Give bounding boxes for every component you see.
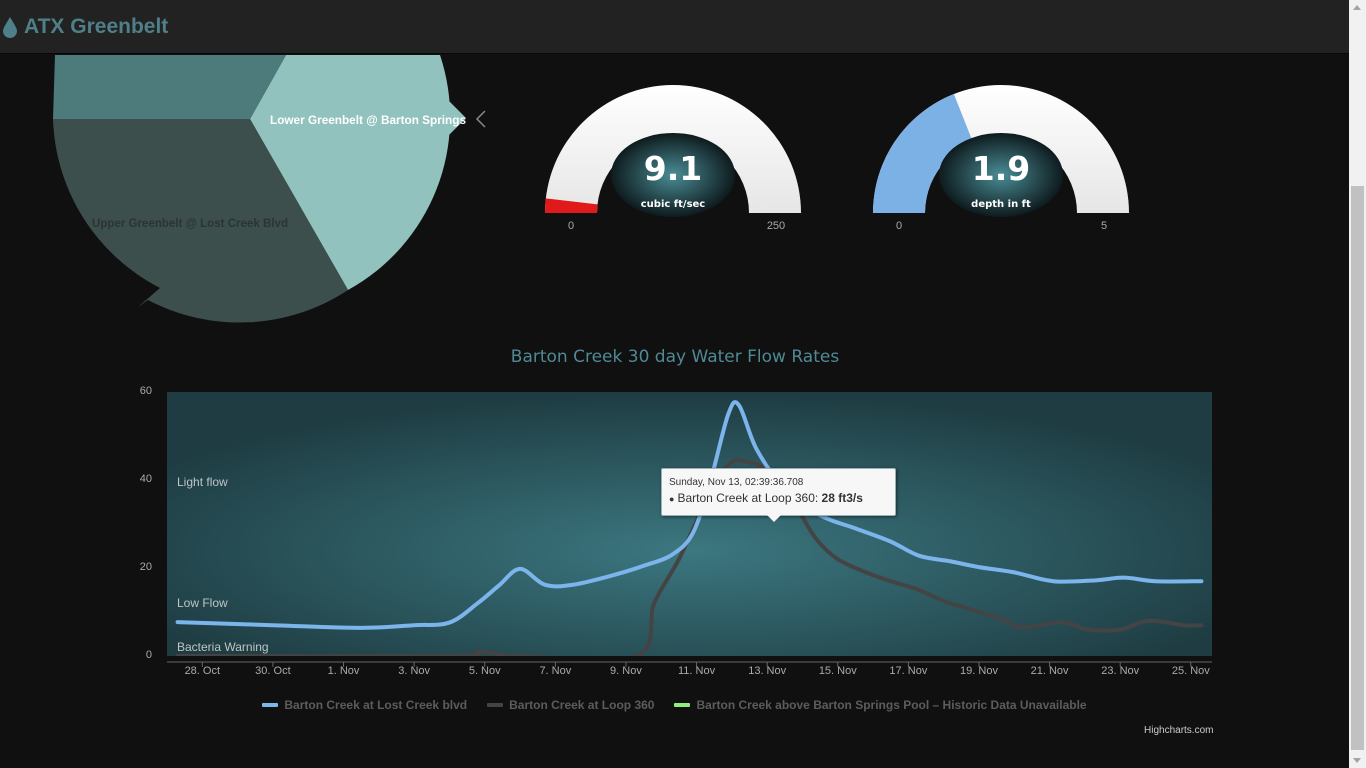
x-tick-label: 9. Nov <box>610 665 642 677</box>
tooltip-date: Sunday, Nov 13, 02:39:36.708 <box>669 477 804 488</box>
x-tick-label: 23. Nov <box>1101 665 1139 677</box>
scroll-thumb[interactable] <box>1351 186 1364 750</box>
x-tick-label: 21. Nov <box>1031 665 1069 677</box>
plot-area <box>167 392 1212 656</box>
y-tick-label: 20 <box>140 561 152 573</box>
x-tick-label: 28. Oct <box>185 665 220 677</box>
legend-label: Barton Creek at Loop 360 <box>509 698 655 712</box>
y-tick-label: 0 <box>146 649 152 661</box>
credits-link[interactable]: Highcharts.com <box>1144 725 1213 736</box>
tooltip-value: 28 ft3/s <box>821 491 863 505</box>
legend-swatch <box>674 703 691 707</box>
series-dot-icon: ● <box>669 494 675 504</box>
flow-rate-line-chart: Barton Creek 30 day Water Flow Rates Lig… <box>140 347 1212 677</box>
tooltip-series: Barton Creek at Loop 360 <box>677 491 815 505</box>
x-tick-label: 19. Nov <box>960 665 998 677</box>
x-tick-label: 25. Nov <box>1172 665 1210 677</box>
x-tick-label: 11. Nov <box>678 665 716 677</box>
x-tick-label: 5. Nov <box>469 665 501 677</box>
x-tick-label: 3. Nov <box>398 665 430 677</box>
chart-tooltip: Sunday, Nov 13, 02:39:36.708 ● Barton Cre… <box>661 468 896 516</box>
scroll-up-arrow-icon[interactable] <box>1353 5 1361 10</box>
x-tick-label: 15. Nov <box>819 665 857 677</box>
band-label-bacteria-warning: Bacteria Warning <box>177 640 269 654</box>
chart-legend: Barton Creek at Lost Creek blvd Barton C… <box>0 698 1349 712</box>
legend-swatch <box>262 703 279 707</box>
legend-swatch <box>487 703 504 707</box>
tooltip-pointer <box>767 515 781 522</box>
x-tick-label: 30. Oct <box>255 665 290 677</box>
x-tick-label: 7. Nov <box>539 665 571 677</box>
x-tick-label: 13. Nov <box>748 665 786 677</box>
x-tick-label: 1. Nov <box>328 665 360 677</box>
x-tick-label: 17. Nov <box>889 665 927 677</box>
legend-item-barton-springs[interactable]: Barton Creek above Barton Springs Pool –… <box>674 698 1087 712</box>
scroll-down-arrow-icon[interactable] <box>1353 758 1361 763</box>
band-label-low-flow: Low Flow <box>177 596 228 610</box>
y-tick-label: 40 <box>140 473 152 485</box>
chart-title: Barton Creek 30 day Water Flow Rates <box>511 347 840 367</box>
legend-label: Barton Creek at Lost Creek blvd <box>284 698 468 712</box>
legend-item-loop-360[interactable]: Barton Creek at Loop 360 <box>487 698 654 712</box>
vertical-scrollbar[interactable] <box>1349 0 1366 768</box>
legend-item-lost-creek[interactable]: Barton Creek at Lost Creek blvd <box>262 698 467 712</box>
y-tick-label: 60 <box>140 385 152 397</box>
legend-label: Barton Creek above Barton Springs Pool –… <box>696 698 1087 712</box>
band-label-light-flow: Light flow <box>177 475 228 489</box>
tooltip-line: ● Barton Creek at Loop 360: 28 ft3/s <box>669 491 863 505</box>
